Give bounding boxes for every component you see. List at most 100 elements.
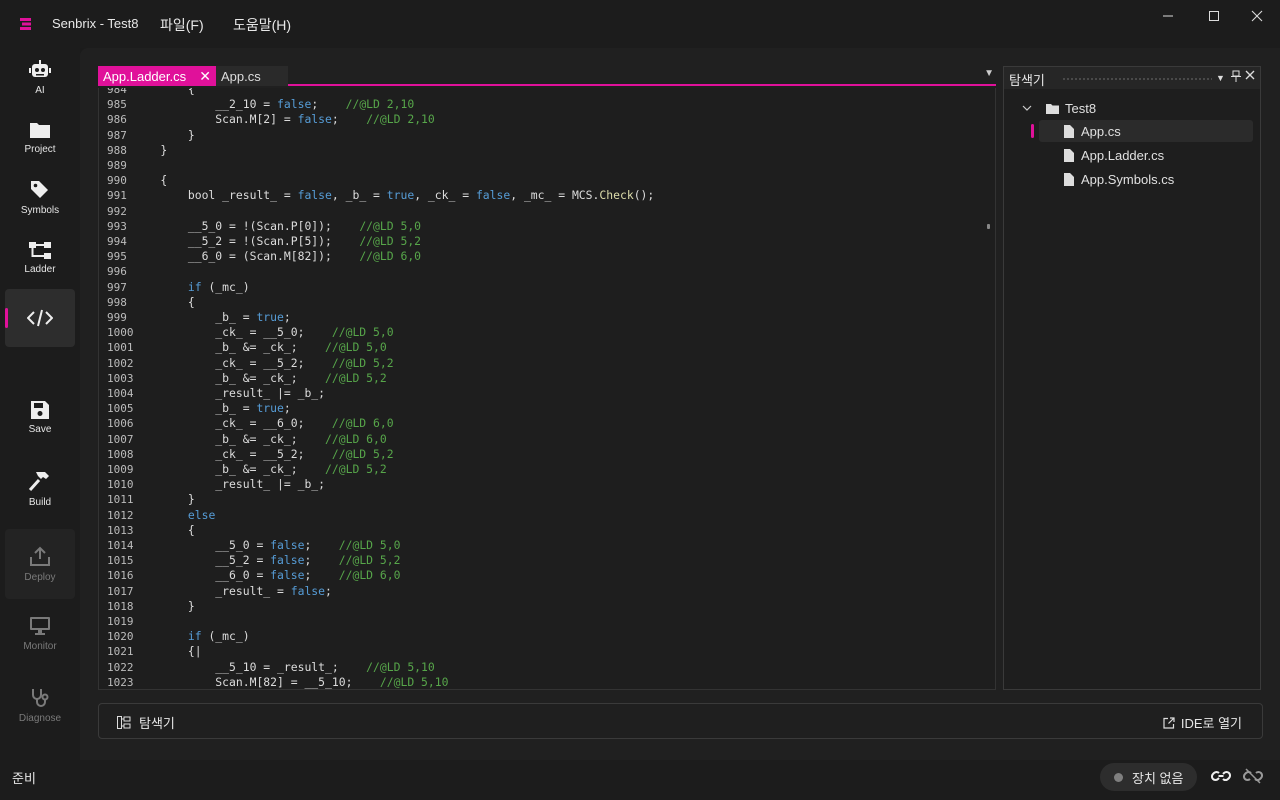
explorer-header: 탐색기 ▼ [1004, 67, 1260, 89]
maximize-icon [1209, 11, 1219, 21]
code-line[interactable]: 1003 _b_ &= _ck_; //@LD 5,2 [99, 371, 995, 386]
code-token: false [297, 188, 332, 203]
code-line[interactable]: 990 { [99, 173, 995, 188]
sidebar-item-build[interactable]: Build [5, 460, 75, 518]
code-line[interactable]: 1008 _ck_ = __5_2; //@LD 5,2 [99, 447, 995, 462]
code-text: { [133, 173, 167, 188]
menu-file[interactable]: 파일(F) [160, 15, 204, 35]
code-text: { [133, 295, 195, 310]
code-line[interactable]: 1006 _ck_ = __6_0; //@LD 6,0 [99, 416, 995, 431]
code-line[interactable]: 985 __2_10 = false; //@LD 2,10 [99, 97, 995, 112]
code-line[interactable]: 987 } [99, 127, 995, 143]
code-token: //@LD 5,2 [325, 462, 387, 476]
code-token: //@LD 5,10 [366, 659, 435, 674]
code-line[interactable]: 1009 _b_ &= _ck_; //@LD 5,2 [99, 462, 995, 477]
tree-item-app-ladder-cs[interactable]: App.Ladder.cs [1064, 144, 1164, 166]
code-line[interactable]: 1000 _ck_ = __5_0; //@LD 5,0 [99, 325, 995, 340]
code-line[interactable]: 1011 } [99, 492, 995, 507]
code-line[interactable]: 1002 _ck_ = __5_2; //@LD 5,2 [99, 356, 995, 371]
code-line[interactable]: 1020 if (_mc_) [99, 629, 995, 644]
code-line[interactable]: 1023 Scan.M[82] = __5_10; //@LD 5,10 [99, 675, 995, 689]
code-token: } [133, 127, 195, 142]
code-line[interactable]: 997 if (_mc_) [99, 280, 995, 295]
code-line[interactable]: 1014 __5_0 = false; //@LD 5,0 [99, 538, 995, 553]
code-line[interactable]: 996 [99, 264, 995, 279]
code-line[interactable]: 984 { [99, 88, 995, 97]
code-line[interactable]: 1012 else [99, 508, 995, 523]
code-line[interactable]: 995 __6_0 = (Scan.M[82]); //@LD 6,0 [99, 249, 995, 264]
code-line[interactable]: 1018 } [99, 599, 995, 614]
code-line[interactable]: 994 __5_2 = !(Scan.P[5]); //@LD 5,2 [99, 234, 995, 249]
line-number: 1010 [107, 478, 134, 492]
sidebar-item-deploy[interactable]: Deploy [5, 529, 75, 599]
code-line[interactable]: 988 } [99, 143, 995, 158]
code-token: //@LD 5,2 [338, 553, 401, 568]
stethoscope-icon [32, 688, 49, 707]
sidebar-item-symbols[interactable]: Symbols [5, 168, 75, 226]
app-logo-icon [20, 18, 31, 30]
code-line[interactable]: 986 Scan.M[2] = false; //@LD 2,10 [99, 112, 995, 127]
code-line[interactable]: 1017 _result_ = false; [99, 584, 995, 599]
code-line[interactable]: 989 [99, 158, 995, 173]
toggle-explorer-button[interactable]: 탐색기 [117, 713, 175, 732]
tab-app-ladder-cs[interactable]: App.Ladder.cs ✕ [98, 66, 216, 86]
pin-icon[interactable] [1231, 70, 1241, 85]
tab-close-icon[interactable]: ✕ [199, 68, 211, 85]
sidebar-item-code[interactable] [5, 289, 75, 347]
code-line[interactable]: 1019 [99, 614, 995, 629]
code-line[interactable]: 1022 __5_10 = _result_; //@LD 5,10 [99, 659, 995, 675]
close-button[interactable] [1234, 0, 1280, 32]
code-line[interactable]: 1004 _result_ |= _b_; [99, 386, 995, 401]
code-line[interactable]: 1010 _result_ |= _b_; [99, 477, 995, 492]
sidebar-item-save[interactable]: Save [5, 388, 75, 446]
panel-dropdown-icon[interactable]: ▼ [1216, 73, 1225, 83]
maximize-button[interactable] [1191, 0, 1237, 32]
code-line[interactable]: 1021 {| [99, 644, 995, 659]
sidebar-item-label: Deploy [24, 571, 56, 583]
code-text: _ck_ = __5_0; //@LD 5,0 [133, 325, 394, 340]
device-selector[interactable]: 장치 없음 [1100, 763, 1197, 791]
open-in-ide-button[interactable]: IDE로 열기 [1163, 713, 1242, 732]
code-text-area[interactable]: 984 {985 __2_10 = false; //@LD 2,10 986 S… [98, 88, 996, 690]
line-number: 995 [107, 250, 127, 264]
line-number: 994 [107, 235, 127, 248]
code-text: } [133, 599, 195, 614]
sidebar-item-ai[interactable]: AI [5, 48, 75, 106]
panel-close-icon[interactable] [1245, 70, 1255, 83]
code-line[interactable]: 1015 __5_2 = false; //@LD 5,2 [99, 553, 995, 568]
connect-link-icon[interactable] [1211, 768, 1231, 784]
sidebar-item-diagnose[interactable]: Diagnose [5, 676, 75, 734]
disconnect-link-icon[interactable] [1243, 768, 1263, 784]
code-line[interactable]: 998 { [99, 295, 995, 310]
explorer-panel: 탐색기 ▼ Test8 App.cs App.Ladder.cs App.Sym… [1003, 66, 1261, 690]
code-line[interactable]: 992 [99, 204, 995, 219]
line-number: 988 [107, 143, 127, 157]
sidebar-item-monitor[interactable]: Monitor [5, 604, 75, 662]
code-icon [27, 309, 53, 327]
code-token: //@LD 5,0 [331, 325, 394, 340]
code-text: } [133, 492, 195, 507]
file-icon [1064, 172, 1074, 186]
line-number: 1021 [107, 645, 134, 659]
sidebar-item-project[interactable]: Project [5, 108, 75, 166]
code-line[interactable]: 1007 _b_ &= _ck_; //@LD 6,0 [99, 432, 995, 447]
code-line[interactable]: 991 bool _result_ = false, _b_ = true, _… [99, 188, 995, 203]
code-line[interactable]: 999 _b_ = true; [99, 310, 995, 325]
tab-list-dropdown-icon[interactable]: ▼ [984, 68, 994, 79]
code-token: __6_0 = (Scan.M[82]); [133, 249, 360, 264]
tree-item-app-cs[interactable]: App.cs [1039, 120, 1253, 142]
tree-root-folder[interactable]: Test8 [1022, 97, 1096, 119]
drag-grip[interactable] [1062, 77, 1212, 81]
minimize-button[interactable] [1145, 0, 1191, 32]
code-line[interactable]: 1016 __6_0 = false; //@LD 6,0 [99, 568, 995, 583]
tree-item-app-symbols-cs[interactable]: App.Symbols.cs [1064, 168, 1174, 190]
code-line[interactable]: 1013 { [99, 523, 995, 538]
sidebar-item-label: AI [35, 84, 45, 96]
line-number: 1001 [107, 341, 134, 355]
sidebar-item-ladder[interactable]: Ladder [5, 228, 75, 286]
menu-help[interactable]: 도움말(H) [233, 15, 291, 35]
code-line[interactable]: 1005 _b_ = true; [99, 401, 995, 416]
code-line[interactable]: 993 __5_0 = !(Scan.P[0]); //@LD 5,0 [99, 219, 995, 234]
code-line[interactable]: 1001 _b_ &= _ck_; //@LD 5,0 [99, 340, 995, 355]
tab-app-cs[interactable]: App.cs [216, 66, 288, 86]
